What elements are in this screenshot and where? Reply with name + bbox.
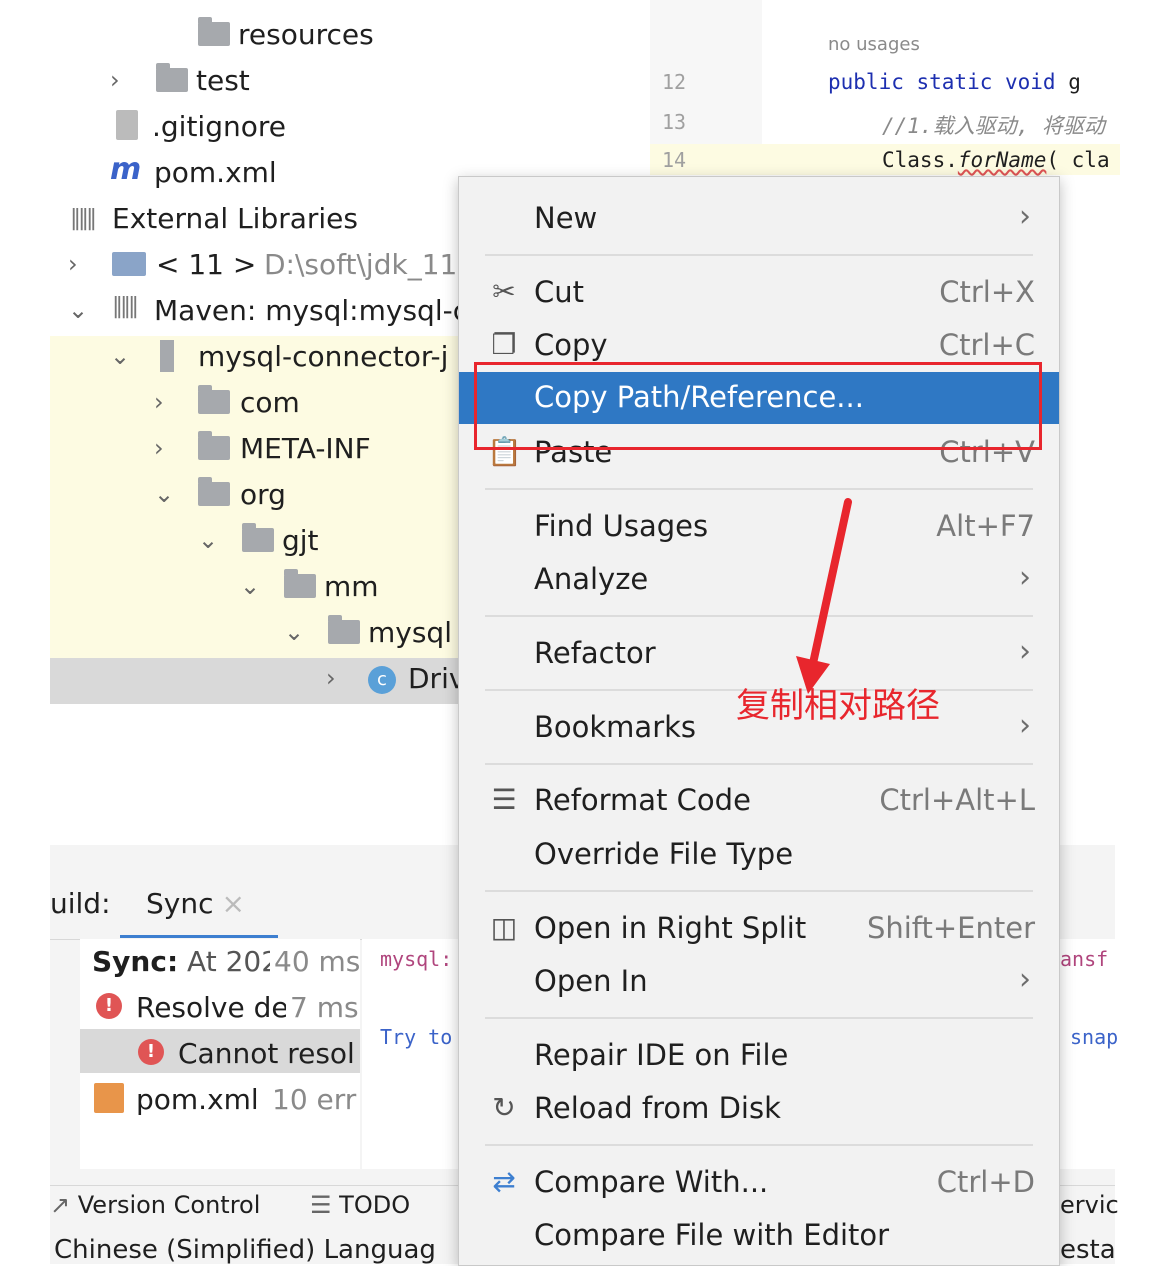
menu-item-new[interactable]: New › [459,193,1059,245]
code-line[interactable]: public static void g [828,70,1081,94]
chevron-down-icon[interactable]: ⌄ [154,480,176,510]
menu-item-override-file-type[interactable]: Override File Type [459,829,1059,881]
chevron-down-icon[interactable]: ⌄ [68,296,90,326]
chevron-right-icon: › [1019,199,1031,234]
folder-icon [198,431,230,460]
folder-icon [242,523,274,552]
scissors-icon: ✂ [492,275,516,308]
chevron-right-icon: › [1019,962,1031,997]
maven-library-icon: ‖‖‖ [112,294,139,319]
console-line: mysql: [380,947,453,971]
console-line: ansf [1060,947,1109,971]
code-line[interactable]: //1.载入驱动, 将驱动 [882,110,1105,140]
folder-icon [328,615,360,644]
menu-item-open-in[interactable]: Open In › [459,956,1059,1008]
services-tab[interactable]: ervic [1060,1191,1119,1219]
status-bar-right: esta [1060,1235,1116,1265]
error-icon: ! [138,1039,164,1065]
menu-separator [485,254,1033,256]
menu-item-cut[interactable]: ✂ Cut Ctrl+X [459,267,1059,319]
chevron-right-icon[interactable]: › [68,250,90,280]
menu-item-compare-file-with-editor[interactable]: Compare File with Editor [459,1210,1059,1262]
usage-hint: no usages [828,34,920,55]
close-icon[interactable]: × [221,887,244,920]
menu-separator [485,615,1033,617]
highlight-box [474,362,1042,450]
folder-icon [156,63,188,92]
menu-separator [485,1144,1033,1146]
annotation-text: 复制相对路径 [736,686,940,726]
jdk-icon [112,252,146,276]
error-icon: ! [96,993,122,1019]
chevron-down-icon[interactable]: ⌄ [110,342,132,372]
menu-item-refactor[interactable]: Refactor › [459,628,1059,680]
chevron-right-icon[interactable]: › [154,434,176,464]
version-control-tab[interactable]: ↗ Version Control [50,1191,260,1219]
list-icon: ☰ [310,1191,340,1219]
tab-sync[interactable]: Sync × [146,887,245,920]
reformat-icon: ☰ [491,783,517,816]
gitignore-file-icon [116,110,138,140]
status-bar-text: Chinese (Simplified) Languag [54,1235,436,1265]
chevron-right-icon[interactable]: › [154,388,176,418]
console-link[interactable]: Try to [380,1025,452,1049]
menu-item-repair-ide[interactable]: Repair IDE on File [459,1030,1059,1082]
build-label: uild: [50,887,111,920]
maven-icon: m [110,152,142,187]
line-number: 12 [662,70,687,94]
console-link[interactable]: snap [1070,1025,1118,1049]
folder-icon [198,477,230,506]
folder-icon [198,385,230,414]
resources-folder-icon [198,17,230,46]
resolve-time: 7 ms [286,991,359,1024]
tree-item-gitignore[interactable]: .gitignore [50,106,650,152]
chevron-right-icon: › [1019,634,1031,669]
tree-item-test[interactable]: › test [50,60,650,106]
build-console[interactable] [362,939,458,1169]
console-right-area [1058,939,1115,1169]
chevron-down-icon[interactable]: ⌄ [240,572,262,602]
menu-item-open-right-split[interactable]: ◫ Open in Right Split Shift+Enter [459,903,1059,955]
menu-item-analyze[interactable]: Analyze › [459,554,1059,606]
menu-item-find-usages[interactable]: Find Usages Alt+F7 [459,501,1059,553]
annotation-arrow [796,498,852,694]
menu-item-reformat-code[interactable]: ☰ Reformat Code Ctrl+Alt+L [459,775,1059,827]
sync-result-row[interactable]: Sync: At 202 [92,945,279,978]
resolve-row[interactable]: Resolve de [136,991,289,1024]
chevron-down-icon[interactable]: ⌄ [198,526,220,556]
code-line[interactable]: Class.forName( cla [882,148,1110,172]
menu-item-reload-from-disk[interactable]: ↻ Reload from Disk [459,1083,1059,1135]
menu-item-compare-with[interactable]: ⇄ Compare With... Ctrl+D [459,1157,1059,1209]
pom-errors: 10 err [272,1083,357,1116]
line-number: 14 [662,148,687,172]
menu-separator [485,1017,1033,1019]
split-icon: ◫ [490,911,518,944]
tab-underline [120,935,278,938]
chevron-right-icon[interactable]: › [110,66,132,96]
cannot-resolve-row[interactable]: Cannot resol [178,1037,355,1070]
reload-icon: ↻ [492,1091,516,1124]
chevron-right-icon: › [1019,708,1031,743]
libraries-icon: ‖‖‖ [70,206,97,231]
menu-separator [485,890,1033,892]
line-number: 13 [662,110,687,134]
chevron-right-icon: › [1019,560,1031,595]
chevron-right-icon[interactable]: › [326,664,348,694]
git-icon: ↗ [50,1191,78,1219]
pom-result-row[interactable]: pom.xml [136,1083,259,1116]
tree-item-resources[interactable]: resources [50,14,650,60]
jar-icon [160,340,174,372]
copy-icon: ❐ [491,328,517,361]
chevron-down-icon[interactable]: ⌄ [284,618,306,648]
compare-icon: ⇄ [492,1165,516,1198]
xml-file-icon [94,1083,124,1113]
menu-separator [485,763,1033,765]
folder-icon [284,569,316,598]
class-icon: c [368,666,396,694]
sync-time: 40 ms [270,945,361,978]
code-editor[interactable]: no usages 12 public static void g 13 //1… [650,0,1120,175]
todo-tab[interactable]: ☰ TODO [310,1191,410,1219]
menu-separator [485,488,1033,490]
